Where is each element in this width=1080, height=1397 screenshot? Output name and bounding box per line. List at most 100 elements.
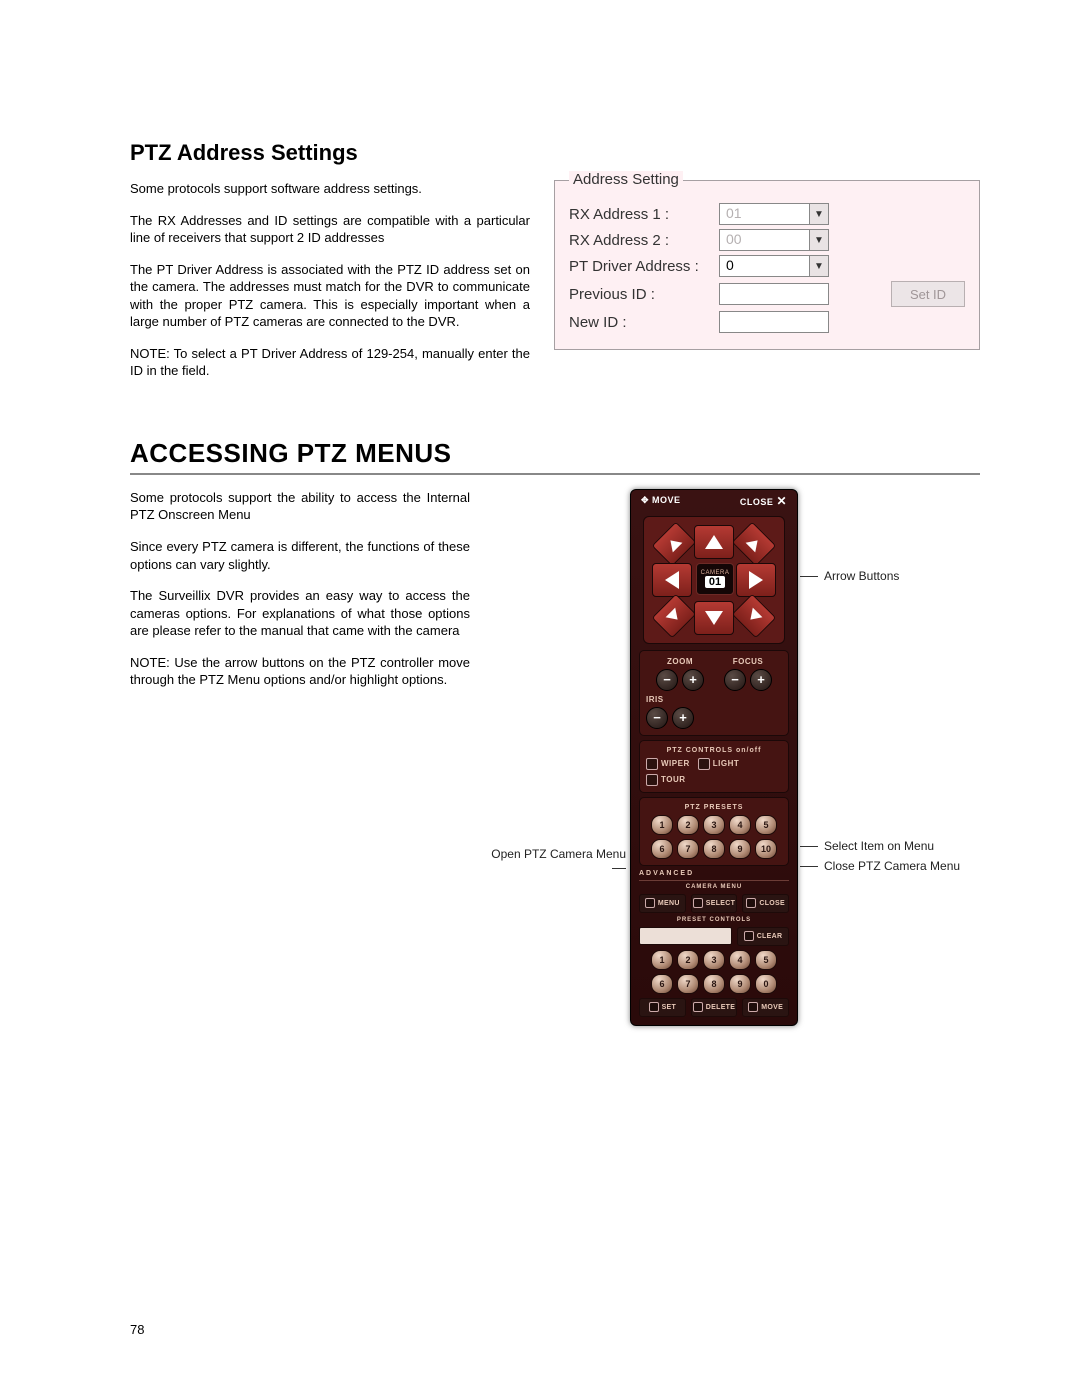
callout-arrow-buttons: Arrow Buttons bbox=[800, 569, 899, 583]
heading-ptz-address: PTZ Address Settings bbox=[130, 140, 980, 166]
callout-open-menu: Open PTZ Camera Menu bbox=[486, 847, 626, 875]
preset-num-button[interactable]: 9 bbox=[729, 974, 751, 994]
arrow-down-right-button[interactable] bbox=[732, 594, 776, 638]
preset-set-button[interactable]: SET bbox=[639, 998, 686, 1017]
para: The Surveillix DVR provides an easy way … bbox=[130, 587, 470, 640]
rx1-value: 01 bbox=[720, 204, 809, 224]
checkbox-icon bbox=[693, 898, 703, 908]
zoom-focus-group: ZOOM − + FOCUS − + bbox=[639, 650, 789, 736]
arrow-up-right-button[interactable] bbox=[732, 522, 776, 566]
pt-driver-address-combo[interactable]: 0 ▼ bbox=[719, 255, 829, 277]
ptz-presets-title: PTZ PRESETS bbox=[646, 804, 782, 811]
arrow-down-left-button[interactable] bbox=[652, 594, 696, 638]
focus-in-button[interactable]: + bbox=[750, 669, 772, 691]
focus-label: FOCUS bbox=[733, 657, 764, 666]
preset-num-button[interactable]: 5 bbox=[755, 950, 777, 970]
preset-button[interactable]: 7 bbox=[677, 839, 699, 859]
address-setting-panel: Address Setting RX Address 1 : 01 ▼ RX A… bbox=[554, 180, 980, 350]
zoom-in-button[interactable]: + bbox=[682, 669, 704, 691]
rx-address-2-combo[interactable]: 00 ▼ bbox=[719, 229, 829, 251]
callout-close-menu: Close PTZ Camera Menu bbox=[800, 859, 960, 873]
ptz-controller: ✥ MOVE CLOSE ✕ CAMERA 01 bbox=[630, 489, 798, 1026]
arrow-up-left-button[interactable] bbox=[652, 522, 696, 566]
para: The RX Addresses and ID settings are com… bbox=[130, 212, 530, 247]
advanced-section: ADVANCED CAMERA MENU MENU SELECT CLOSE P… bbox=[639, 870, 789, 994]
close-icon: ✕ bbox=[776, 494, 787, 508]
para: Some protocols support software address … bbox=[130, 180, 530, 198]
preset-button[interactable]: 6 bbox=[651, 839, 673, 859]
heading-accessing-ptz: ACCESSING PTZ MENUS bbox=[130, 438, 980, 469]
preset-button[interactable]: 8 bbox=[703, 839, 725, 859]
focus-out-button[interactable]: − bbox=[724, 669, 746, 691]
arrow-up-button[interactable] bbox=[694, 525, 734, 559]
zoom-out-button[interactable]: − bbox=[656, 669, 678, 691]
wiper-toggle[interactable]: WIPER bbox=[646, 758, 690, 770]
preset-input[interactable] bbox=[639, 927, 732, 945]
para: NOTE: To select a PT Driver Address of 1… bbox=[130, 345, 530, 380]
set-id-button[interactable]: Set ID bbox=[891, 281, 965, 307]
checkbox-icon bbox=[645, 898, 655, 908]
camera-display: CAMERA 01 bbox=[696, 563, 734, 595]
preset-button[interactable]: 3 bbox=[703, 815, 725, 835]
preset-button[interactable]: 9 bbox=[729, 839, 751, 859]
para: The PT Driver Address is associated with… bbox=[130, 261, 530, 331]
camera-value: 01 bbox=[705, 576, 725, 588]
prev-id-label: Previous ID : bbox=[569, 286, 719, 303]
advanced-label: ADVANCED bbox=[639, 870, 789, 877]
checkbox-icon bbox=[693, 1002, 703, 1012]
divider bbox=[639, 880, 789, 881]
para: Some protocols support the ability to ac… bbox=[130, 489, 470, 524]
move-handle[interactable]: ✥ MOVE bbox=[641, 495, 681, 506]
camera-menu-select-button[interactable]: SELECT bbox=[691, 894, 738, 913]
preset-button[interactable]: 2 bbox=[677, 815, 699, 835]
iris-open-button[interactable]: + bbox=[672, 707, 694, 729]
close-button[interactable]: CLOSE ✕ bbox=[740, 494, 787, 508]
camera-menu-close-button[interactable]: CLOSE bbox=[742, 894, 789, 913]
preset-num-button[interactable]: 1 bbox=[651, 950, 673, 970]
direction-pad: CAMERA 01 bbox=[643, 516, 785, 644]
arrow-left-button[interactable] bbox=[652, 563, 692, 597]
preset-button[interactable]: 1 bbox=[651, 815, 673, 835]
rx1-label: RX Address 1 : bbox=[569, 206, 719, 223]
section-rule bbox=[130, 473, 980, 475]
zoom-label: ZOOM bbox=[667, 657, 693, 666]
rx2-label: RX Address 2 : bbox=[569, 232, 719, 249]
light-toggle[interactable]: LIGHT bbox=[698, 758, 740, 770]
preset-num-button[interactable]: 2 bbox=[677, 950, 699, 970]
rx2-value: 00 bbox=[720, 230, 809, 250]
chevron-down-icon[interactable]: ▼ bbox=[809, 256, 828, 276]
preset-num-button[interactable]: 6 bbox=[651, 974, 673, 994]
checkbox-icon bbox=[646, 774, 658, 786]
chevron-down-icon[interactable]: ▼ bbox=[809, 204, 828, 224]
accessing-text: Some protocols support the ability to ac… bbox=[130, 489, 470, 703]
preset-num-button[interactable]: 8 bbox=[703, 974, 725, 994]
new-id-input[interactable] bbox=[719, 311, 829, 333]
preset-num-button[interactable]: 7 bbox=[677, 974, 699, 994]
iris-label: IRIS bbox=[646, 695, 664, 704]
arrow-down-button[interactable] bbox=[694, 601, 734, 635]
preset-button[interactable]: 10 bbox=[755, 839, 777, 859]
preset-num-button[interactable]: 4 bbox=[729, 950, 751, 970]
camera-menu-open-button[interactable]: MENU bbox=[639, 894, 686, 913]
checkbox-icon bbox=[746, 898, 756, 908]
preset-move-button[interactable]: MOVE bbox=[742, 998, 789, 1017]
arrow-right-button[interactable] bbox=[736, 563, 776, 597]
ptdrv-value: 0 bbox=[720, 256, 809, 276]
tour-toggle[interactable]: TOUR bbox=[646, 774, 686, 786]
ptdrv-label: PT Driver Address : bbox=[569, 258, 719, 275]
rx-address-1-combo[interactable]: 01 ▼ bbox=[719, 203, 829, 225]
preset-button[interactable]: 5 bbox=[755, 815, 777, 835]
preset-clear-button[interactable]: CLEAR bbox=[737, 927, 789, 946]
checkbox-icon bbox=[744, 931, 754, 941]
chevron-down-icon[interactable]: ▼ bbox=[809, 230, 828, 250]
iris-close-button[interactable]: − bbox=[646, 707, 668, 729]
preset-num-button[interactable]: 3 bbox=[703, 950, 725, 970]
ptz-controls-group: PTZ CONTROLS on/off WIPER LIGHT TOUR bbox=[639, 740, 789, 793]
ptz-presets-group: PTZ PRESETS 1 2 3 4 5 6 7 8 9 10 bbox=[639, 797, 789, 866]
previous-id-input[interactable] bbox=[719, 283, 829, 305]
preset-delete-button[interactable]: DELETE bbox=[691, 998, 738, 1017]
preset-num-button[interactable]: 0 bbox=[755, 974, 777, 994]
preset-controls-title: PRESET CONTROLS bbox=[639, 917, 789, 923]
preset-button[interactable]: 4 bbox=[729, 815, 751, 835]
ptz-controls-title: PTZ CONTROLS on/off bbox=[646, 747, 782, 754]
